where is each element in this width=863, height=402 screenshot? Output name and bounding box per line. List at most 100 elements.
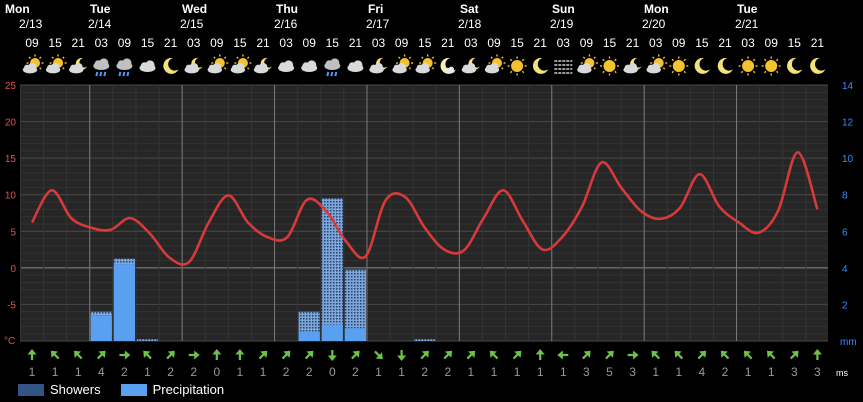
- hour-label: 21: [718, 36, 732, 50]
- rain-drop: [95, 71, 99, 77]
- wind-speed-label: 0: [329, 365, 336, 379]
- hour-header: 09 15 21 03 09 15 21 03 09 15 21 03 09 15 21 03 09 15 21 03…: [25, 36, 824, 50]
- day-name: Tue: [90, 2, 111, 16]
- sun-ray: [763, 58, 767, 62]
- hour-label: 03: [279, 36, 293, 50]
- wind-speed-label: 1: [468, 365, 475, 379]
- sun-ray: [593, 67, 596, 70]
- temperature-tick-label: 10: [5, 191, 17, 202]
- hour-label: 03: [187, 36, 201, 50]
- cloud-part: [420, 62, 430, 72]
- sun-ray: [776, 58, 779, 62]
- hour-label: 21: [256, 36, 270, 50]
- cloud-part: [189, 62, 199, 72]
- sun-ray: [752, 58, 756, 62]
- precipitation-bar: [298, 331, 320, 341]
- sun-ray: [582, 56, 586, 59]
- legend: Showers Precipitation: [18, 382, 244, 397]
- hour-label: 15: [695, 36, 709, 50]
- hour-label: 09: [487, 36, 501, 50]
- wind-speed-label: 2: [283, 365, 290, 379]
- cloud-part: [259, 62, 268, 72]
- day-date: 2/17: [366, 17, 390, 31]
- weather-forecast-chart: Mon2/13Tue2/14Wed2/15Thu2/16Fri2/17Sat2/…: [0, 0, 863, 380]
- hour-label: 09: [395, 36, 409, 50]
- day-name: Fri: [368, 2, 383, 16]
- cloud-part: [397, 62, 406, 72]
- sun-ray: [39, 56, 42, 59]
- precipitation-unit-label: mm: [840, 337, 857, 348]
- hour-label: 21: [441, 36, 455, 50]
- legend-showers: Showers: [18, 382, 101, 397]
- wind-speed-label: 2: [190, 365, 197, 379]
- day-date: 2/14: [88, 17, 112, 31]
- hour-label: 15: [788, 36, 802, 50]
- sun-ray: [213, 56, 216, 59]
- hour-label: 03: [464, 36, 478, 50]
- sun-disc: [511, 60, 524, 72]
- rain-drop: [126, 71, 130, 77]
- sun-ray: [662, 67, 666, 70]
- cloud-part: [330, 58, 340, 68]
- wind-speed-label: 1: [514, 365, 521, 379]
- day-date: 2/16: [274, 17, 298, 31]
- legend-precipitation-label: Precipitation: [152, 382, 225, 397]
- cloud-part: [353, 60, 363, 70]
- precipitation-tick-label: 10: [842, 154, 854, 165]
- cloud-part: [651, 62, 661, 72]
- rain-drop: [330, 71, 334, 77]
- wind-speed-label: 1: [537, 365, 544, 379]
- hour-label: 21: [534, 36, 548, 50]
- rain-drop: [122, 71, 126, 77]
- hour-label: 03: [372, 36, 386, 50]
- temperature-tick-label: -5: [7, 300, 16, 311]
- hour-label: 21: [349, 36, 363, 50]
- sun-ray: [521, 58, 525, 62]
- sun-ray: [39, 67, 42, 70]
- showers-bar: [136, 339, 159, 341]
- cloud-part: [99, 58, 109, 68]
- wind-speed-label: 1: [675, 365, 682, 379]
- day-name: Sun: [552, 2, 575, 16]
- hour-label: 21: [72, 36, 86, 50]
- cloud-part: [122, 58, 132, 68]
- day-name: Mon: [644, 2, 669, 16]
- sun-ray: [62, 56, 65, 59]
- day-date: 2/15: [180, 17, 204, 31]
- precipitation-tick-label: 14: [842, 81, 854, 92]
- wind-speed-label: 3: [629, 365, 636, 379]
- wind-speed-label: 1: [491, 365, 498, 379]
- wind-speed-label: 2: [167, 365, 174, 379]
- sun-ray: [62, 67, 65, 70]
- sun-ray: [776, 70, 779, 74]
- wind-speed-label: 3: [583, 365, 590, 379]
- wind-speed-label: 1: [29, 365, 36, 379]
- wind-unit-label: ms: [836, 368, 848, 378]
- sun-ray: [683, 58, 687, 62]
- temperature-tick-label: 15: [5, 154, 17, 165]
- hour-label: 15: [48, 36, 62, 50]
- wind-speed-label: 1: [560, 365, 567, 379]
- rain-drop: [103, 71, 107, 77]
- precipitation-tick-label: 8: [842, 191, 848, 202]
- wind-speed-label: 5: [606, 365, 613, 379]
- sun-ray: [521, 70, 525, 74]
- wind-speed-label: 1: [745, 365, 752, 379]
- cloud-part: [490, 62, 499, 72]
- sun-ray: [752, 70, 756, 74]
- day-date: 2/20: [642, 17, 666, 31]
- wind-speed-label: 1: [52, 365, 59, 379]
- legend-precipitation: Precipitation: [120, 382, 225, 397]
- precipitation-tick-label: 6: [842, 227, 848, 238]
- wind-speed-label: 3: [791, 365, 798, 379]
- sun-ray: [223, 67, 227, 70]
- wind-speed-label: 2: [352, 365, 359, 379]
- hour-label: 09: [580, 36, 594, 50]
- day-name: Thu: [276, 2, 298, 16]
- sun-disc: [603, 60, 616, 72]
- sun-disc: [742, 60, 755, 72]
- hour-label: 03: [95, 36, 109, 50]
- hour-label: 15: [510, 36, 524, 50]
- hour-label: 21: [811, 36, 825, 50]
- wind-speed-label: 1: [144, 365, 151, 379]
